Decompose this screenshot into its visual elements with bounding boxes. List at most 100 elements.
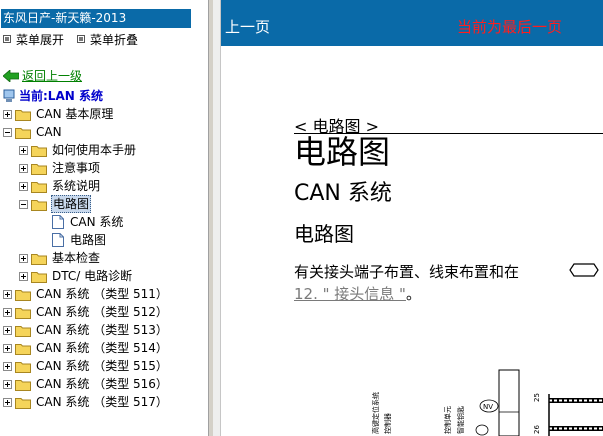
expand-toggle-icon[interactable] [3, 343, 12, 353]
connector-info-link[interactable]: 12. " 接头信息 " [294, 285, 406, 303]
folder-open-icon [15, 127, 31, 139]
pin-number: 25 [533, 393, 541, 402]
folder-icon [15, 343, 31, 355]
page-subtitle: CAN 系统 [294, 181, 392, 206]
tree-item-can-type[interactable]: CAN 系统 （类型 511） [3, 285, 169, 303]
folder-icon [15, 109, 31, 121]
folder-icon [31, 253, 47, 265]
expand-toggle-icon[interactable] [19, 163, 28, 173]
expand-toggle-icon[interactable] [3, 325, 12, 335]
page-title: 电路图 [294, 133, 391, 171]
folder-open-icon [31, 199, 47, 211]
tree-item-can-type[interactable]: CAN 系统 （类型 517） [3, 393, 169, 411]
tree-item-can-type[interactable]: CAN 系统 （类型 514） [3, 339, 169, 357]
wiring-diagram: 高键定位系统 控制器 控制单元 智能钥匙 NV 25 26 [371, 369, 603, 436]
tree-item-can-type[interactable]: CAN 系统 （类型 516） [3, 375, 169, 393]
folder-icon [31, 163, 47, 175]
collapse-all-button[interactable]: 菜单折叠 [74, 31, 138, 48]
folder-icon [15, 325, 31, 337]
diagram-label: 高键定位系统 [371, 392, 380, 434]
tree-item-label: CAN 系统 （类型 517） [36, 395, 168, 409]
collapse-all-label: 菜单折叠 [90, 32, 139, 47]
expand-toggle-icon[interactable] [19, 253, 28, 263]
diagram-label: 控制器 [383, 413, 392, 434]
current-node: 当前:LAN 系统 [3, 87, 103, 104]
folder-icon [31, 181, 47, 193]
connector-block [498, 369, 520, 436]
tree-item-label: 电路图 [70, 233, 107, 247]
folder-icon [31, 145, 47, 157]
collapse-icon [77, 35, 86, 43]
tree-item-label: 基本检查 [52, 251, 101, 265]
folder-icon [15, 379, 31, 391]
pin-number: 26 [533, 425, 541, 434]
diagram-label: 智能钥匙 [456, 406, 465, 434]
tree-item-label: CAN 系统 （类型 511） [36, 287, 168, 301]
collapse-toggle-icon[interactable] [19, 199, 28, 209]
tree-scrollbar[interactable] [213, 0, 221, 436]
expand-toggle-icon[interactable] [3, 307, 12, 317]
tree-pane: 东风日产-新天籁-2013 菜单展开 菜单折叠 返回上一级 当前:LAN 系统 … [0, 0, 208, 436]
current-node-label: 当前:LAN 系统 [19, 89, 103, 103]
expand-toggle-icon[interactable] [19, 181, 28, 191]
paragraph-line: 有关接头端子布置、线束布置和在 [294, 263, 520, 281]
collapse-toggle-icon[interactable] [3, 127, 12, 137]
tree-item-label: DTC/ 电路诊断 [52, 269, 133, 283]
tree-item-can-system-doc[interactable]: CAN 系统 [52, 213, 124, 231]
paragraph-line: 12. " 接头信息 "。 [294, 283, 421, 304]
back-link-label: 返回上一级 [22, 69, 83, 83]
tree-item-how-to-use[interactable]: 如何使用本手册 [19, 141, 137, 159]
tree-item-basic-inspection[interactable]: 基本检查 [19, 249, 101, 267]
tree-item-can-type[interactable]: CAN 系统 （类型 512） [3, 303, 169, 321]
expand-toggle-icon[interactable] [3, 289, 12, 299]
expand-all-label: 菜单展开 [16, 32, 65, 47]
tree-item-label: CAN 系统 （类型 515） [36, 359, 168, 373]
tree-item-label: 如何使用本手册 [52, 143, 137, 157]
expand-toggle-icon[interactable] [3, 397, 12, 407]
tree-item-can-type[interactable]: CAN 系统 （类型 513） [3, 321, 169, 339]
connector-circle [475, 424, 489, 436]
tree-item-wiring-diagram[interactable]: 电路图 [19, 195, 92, 213]
tree-item-label: CAN 系统 [70, 215, 124, 229]
back-arrow-icon [3, 69, 19, 82]
folder-icon [31, 271, 47, 283]
expand-toggle-icon[interactable] [3, 109, 12, 119]
document-icon [52, 215, 64, 229]
tree-item-label: CAN 系统 （类型 516） [36, 377, 168, 391]
tree-item-label: CAN 系统 （类型 513） [36, 323, 168, 337]
app-title: 东风日产-新天籁-2013 [1, 9, 191, 28]
expand-toggle-icon[interactable] [19, 271, 28, 281]
folder-icon [15, 397, 31, 409]
back-link[interactable]: 返回上一级 [3, 67, 82, 84]
document-pane: 上一页 当前为最后一页 < 电路图 > 电路图 CAN 系统 电路图 有关接头端… [221, 0, 603, 436]
tree-item-label: CAN 系统 （类型 514） [36, 341, 168, 355]
connector-symbol-icon [569, 263, 599, 277]
expand-toggle-icon[interactable] [19, 145, 28, 155]
folder-icon [15, 307, 31, 319]
tree-item-label: 系统说明 [52, 179, 101, 193]
folder-icon [15, 289, 31, 301]
last-page-notice: 当前为最后一页 [457, 18, 563, 36]
tree-item-can-basics[interactable]: CAN 基本原理 [3, 105, 114, 123]
expand-icon [3, 35, 11, 43]
computer-icon [3, 89, 15, 102]
tree-item-label: CAN [36, 125, 62, 139]
tree-item-can-type[interactable]: CAN 系统 （类型 515） [3, 357, 169, 375]
section-heading: 电路图 [294, 222, 354, 246]
tree-item-can[interactable]: CAN [3, 123, 63, 141]
tree-item-label: CAN 系统 （类型 512） [36, 305, 168, 319]
nv-label: NV [483, 403, 493, 411]
tree-item-wiring-doc[interactable]: 电路图 [52, 231, 107, 249]
expand-toggle-icon[interactable] [3, 379, 12, 389]
prev-page-button[interactable]: 上一页 [225, 16, 270, 37]
tree-item-precautions[interactable]: 注意事项 [19, 159, 101, 177]
tree-item-label-selected: 电路图 [51, 195, 92, 213]
expand-all-button[interactable]: 菜单展开 [0, 31, 64, 48]
document-header: 上一页 当前为最后一页 [221, 0, 603, 46]
tree-item-system-desc[interactable]: 系统说明 [19, 177, 101, 195]
tree-item-label: CAN 基本原理 [36, 107, 114, 121]
tree-item-dtc-diag[interactable]: DTC/ 电路诊断 [19, 267, 133, 285]
paragraph-end: 。 [405, 285, 421, 303]
expand-toggle-icon[interactable] [3, 361, 12, 371]
tree-item-label: 注意事项 [52, 161, 101, 175]
